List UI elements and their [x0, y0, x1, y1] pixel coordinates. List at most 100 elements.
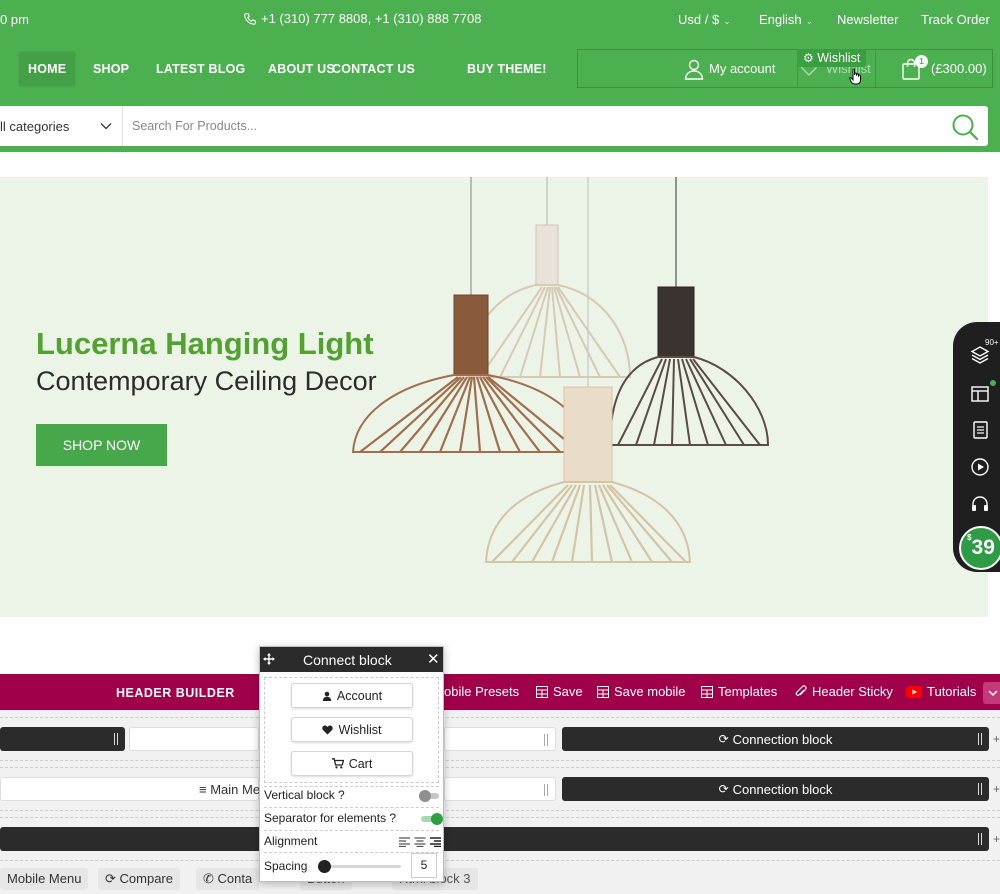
element-contacts[interactable]: ✆ Conta	[196, 868, 260, 890]
element-cart[interactable]: Cart	[291, 751, 413, 776]
nav-shop[interactable]: SHOP	[83, 51, 139, 87]
chevron-down-icon: ⌄	[723, 16, 731, 26]
divider	[264, 786, 439, 787]
header-builder-rows: ⟳ Connection block + ≡ Main Me ⟳ Connect…	[0, 710, 1000, 865]
align-center-icon[interactable]	[414, 837, 426, 847]
track-order-link[interactable]: Track Order	[921, 12, 990, 27]
connection-block[interactable]: ⟳ Connection block	[562, 727, 989, 751]
search-form: ll categories	[0, 106, 988, 146]
builder-block[interactable]	[0, 727, 125, 751]
vertical-block-toggle[interactable]	[419, 790, 439, 802]
toolbar-dropdown-toggle[interactable]	[983, 682, 1000, 704]
builder-block[interactable]	[444, 727, 556, 751]
eye-sync-icon: ⟳	[718, 782, 729, 796]
move-icon[interactable]	[263, 653, 275, 665]
spacing-input[interactable]: 5	[411, 853, 437, 878]
document-icon[interactable]	[970, 420, 990, 440]
pendant-lamps-image	[351, 177, 770, 563]
add-element-icon[interactable]: +	[993, 732, 1000, 746]
nav-home[interactable]: HOME	[18, 51, 77, 87]
newsletter-link[interactable]: Newsletter	[837, 12, 898, 27]
chevron-down-icon	[988, 690, 998, 697]
toggle-knob	[419, 790, 431, 802]
search-button[interactable]	[950, 112, 980, 142]
header-builder-title: HEADER BUILDER	[116, 686, 235, 700]
wishlist-element-tag[interactable]: ⚙ Wishlist	[797, 49, 867, 67]
connection-block-label: Connection block	[732, 781, 833, 797]
lamp-back	[466, 224, 632, 378]
menu-icon: ≡	[199, 782, 207, 797]
divider	[875, 50, 876, 87]
element-mobile-menu[interactable]: Mobile Menu	[0, 868, 89, 890]
headset-icon[interactable]	[970, 494, 990, 514]
drag-handle[interactable]	[978, 833, 982, 845]
save-label: Save	[553, 684, 583, 699]
nav-contact-us[interactable]: CONTACT US	[322, 51, 425, 87]
main-menu-block[interactable]: ≡ Main Me	[0, 777, 260, 801]
builder-block[interactable]	[444, 777, 556, 801]
play-icon[interactable]	[970, 457, 990, 477]
tutorials-button[interactable]: Tutorials	[906, 684, 976, 699]
builder-row-top: ⟳ Connection block +	[0, 717, 1000, 761]
layers-icon[interactable]	[970, 345, 990, 365]
tutorials-label: Tutorials	[927, 684, 977, 699]
top-bar: 0 pm +1 (310) 777 8808, +1 (310) 888 770…	[0, 0, 1000, 38]
hero-slider: Lucerna Hanging Light Contemporary Ceili…	[0, 177, 988, 617]
header-sticky-button[interactable]: Header Sticky	[795, 684, 893, 699]
drag-handle[interactable]	[114, 733, 118, 745]
templates-button[interactable]: Templates	[701, 684, 777, 699]
element-compare-label: Compare	[119, 871, 173, 886]
user-icon	[684, 59, 704, 80]
close-icon[interactable]: ✕	[427, 650, 440, 668]
element-compare[interactable]: ⟳ Compare	[98, 868, 180, 890]
table-icon	[536, 685, 548, 698]
lamp-right	[608, 286, 770, 446]
add-element-icon[interactable]: +	[993, 782, 1000, 796]
search-input[interactable]	[124, 106, 934, 146]
save-mobile-button[interactable]: Save mobile	[597, 684, 686, 699]
drag-handle[interactable]	[978, 783, 982, 795]
save-button[interactable]: Save	[536, 684, 583, 699]
my-account-link[interactable]: My account	[683, 50, 775, 87]
shop-now-button[interactable]: SHOP NOW	[36, 424, 167, 466]
dialog-header[interactable]: Connect block ✕	[260, 647, 443, 672]
separator-toggle[interactable]	[421, 813, 443, 825]
builder-block[interactable]	[0, 827, 989, 851]
drag-handle[interactable]	[544, 734, 548, 746]
drag-handle[interactable]	[544, 784, 548, 796]
nav-buy-theme[interactable]: BUY THEME!	[457, 51, 557, 87]
mobile-presets-button[interactable]: obile Presets	[444, 684, 519, 699]
table-icon	[701, 685, 713, 698]
status-dot	[990, 380, 996, 386]
connect-block-dialog: Connect block ✕ Account Wishlist Cart Ve…	[259, 646, 444, 882]
drag-handle[interactable]	[978, 733, 982, 745]
hero-subtitle: Contemporary Ceiling Decor	[36, 366, 377, 396]
cart-link[interactable]: 1 (£300.00)	[901, 50, 987, 87]
layout-icon[interactable]	[970, 384, 990, 404]
cart-count-badge: 1	[915, 54, 928, 68]
category-select[interactable]: ll categories	[0, 106, 123, 146]
connection-block[interactable]: ⟳ Connection block	[562, 777, 989, 801]
spacing-label: Spacing	[264, 859, 308, 873]
element-contacts-label: Conta	[217, 871, 253, 886]
nav-latest-blog[interactable]: LATEST BLOG	[146, 51, 255, 87]
builder-block[interactable]	[129, 727, 259, 751]
spacing-slider-track[interactable]	[321, 865, 401, 868]
price-badge[interactable]: $39	[959, 526, 1000, 570]
element-account[interactable]: Account	[291, 683, 413, 708]
align-left-icon[interactable]	[399, 837, 411, 847]
opening-hours-text: 0 pm	[0, 12, 29, 27]
main-menu-label-wrap: ≡ Main Me	[199, 782, 260, 797]
floating-tools-panel: 90+ $39	[953, 322, 1000, 572]
language-label: English	[759, 12, 802, 27]
spacing-slider-handle[interactable]	[318, 860, 331, 873]
element-wishlist[interactable]: Wishlist	[291, 717, 413, 742]
divider	[264, 807, 439, 808]
main-menu-label: Main Me	[210, 782, 261, 797]
add-element-icon[interactable]: +	[993, 832, 1000, 846]
eye-sync-icon: ⟳	[718, 732, 729, 746]
currency-switcher[interactable]: Usd / $ ⌄	[678, 12, 731, 27]
currency-label: Usd / $	[678, 12, 720, 27]
align-right-icon[interactable]	[429, 837, 441, 847]
language-switcher[interactable]: English ⌄	[759, 12, 813, 27]
